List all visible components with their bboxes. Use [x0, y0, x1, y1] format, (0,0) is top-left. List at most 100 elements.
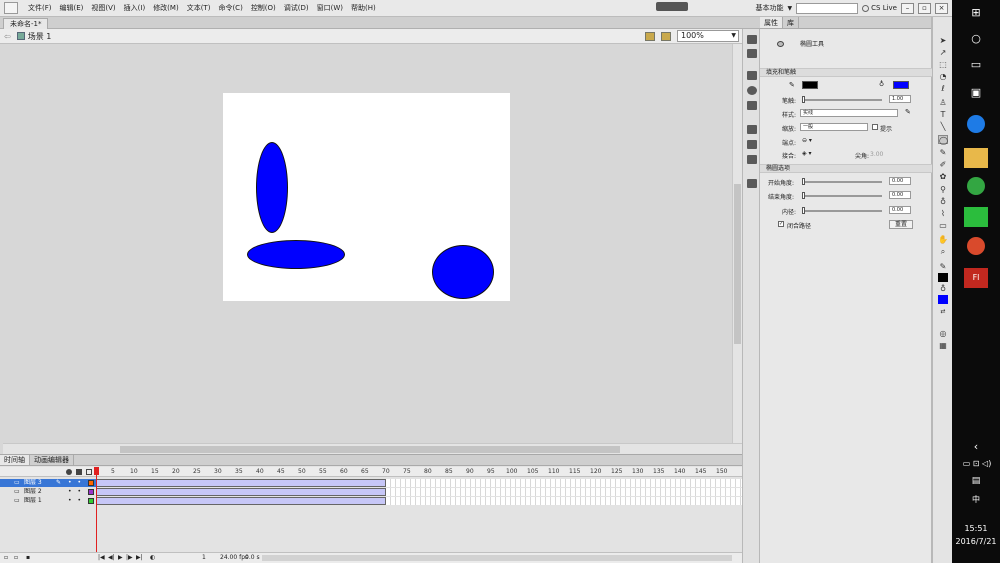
- chevron-left-icon[interactable]: ‹: [968, 440, 984, 454]
- close-button[interactable]: ×: [935, 2, 948, 14]
- bone-tool-icon[interactable]: ⚲: [938, 185, 948, 194]
- cortana-icon[interactable]: ○: [968, 32, 984, 46]
- edit-symbol-icon[interactable]: [661, 31, 671, 41]
- tray-icons[interactable]: ▭ ⊡ ◁): [958, 457, 996, 471]
- menu-modify[interactable]: 修改(M): [149, 0, 183, 17]
- last-frame-icon[interactable]: ▶|: [136, 554, 143, 561]
- pasteboard[interactable]: [3, 44, 732, 443]
- stroke-color-swatch[interactable]: [802, 81, 818, 89]
- pencil-icon[interactable]: ✎: [905, 108, 911, 116]
- menu-debug[interactable]: 调试(D): [280, 0, 313, 17]
- lock-icon[interactable]: [76, 469, 82, 475]
- clock-time[interactable]: 15:51: [952, 524, 1000, 533]
- start-angle-slider[interactable]: [802, 181, 882, 183]
- menu-help[interactable]: 帮助(H): [347, 0, 380, 17]
- inner-radius-handle[interactable]: [802, 207, 805, 214]
- layer-name[interactable]: 图层 1: [24, 497, 42, 505]
- snap-icon[interactable]: ◎: [938, 329, 948, 338]
- swatches-icon[interactable]: [747, 49, 757, 58]
- outline-icon[interactable]: [86, 469, 92, 475]
- line-tool-icon[interactable]: ╲: [938, 122, 948, 131]
- hint-checkbox[interactable]: [872, 124, 878, 130]
- windows-start-icon[interactable]: ⊞: [968, 6, 984, 20]
- playhead-handle[interactable]: [94, 467, 99, 475]
- scroll-thumb[interactable]: [734, 184, 741, 344]
- menu-window[interactable]: 窗口(W): [313, 0, 347, 17]
- browser-icon[interactable]: [967, 237, 985, 255]
- qq-browser-icon[interactable]: [967, 115, 985, 133]
- scale-select[interactable]: 一般: [800, 123, 868, 131]
- fps-readout[interactable]: 24.00 fps: [220, 554, 248, 561]
- back-arrow-icon[interactable]: ⇦: [4, 32, 11, 41]
- section-fill-stroke[interactable]: 填充和笔触: [760, 68, 932, 77]
- onion-skin-icon[interactable]: ◐: [150, 554, 155, 561]
- subselection-tool-icon[interactable]: ↗: [938, 48, 948, 57]
- inner-radius-field[interactable]: 0.00: [889, 206, 911, 214]
- color-panel-icon[interactable]: [747, 35, 757, 44]
- menu-text[interactable]: 文本(T): [183, 0, 215, 17]
- eyedropper-tool-icon[interactable]: ⌇: [938, 209, 948, 218]
- restore-button[interactable]: ▫: [918, 2, 931, 14]
- brush-tool-icon[interactable]: ✐: [938, 160, 948, 169]
- stroke-color-chip[interactable]: [938, 273, 948, 282]
- motion-presets-icon[interactable]: [747, 155, 757, 164]
- pencil-tool-icon[interactable]: ✎: [938, 148, 948, 157]
- cs-live-button[interactable]: CS Live: [862, 4, 897, 12]
- layer-color-swatch[interactable]: [88, 489, 94, 495]
- ime-indicator[interactable]: 中: [952, 494, 1000, 505]
- miter-value[interactable]: 3.00: [870, 151, 883, 158]
- components-icon[interactable]: [747, 140, 757, 149]
- section-ellipse-options[interactable]: 椭圆选项: [760, 164, 932, 173]
- timeline-scrollbar[interactable]: [262, 555, 732, 561]
- stroke-value-field[interactable]: 1.00: [889, 95, 911, 103]
- layer-row[interactable]: ▭ 图层 1 ••: [0, 497, 96, 505]
- menu-edit[interactable]: 编辑(E): [56, 0, 88, 17]
- horizontal-scrollbar[interactable]: [3, 443, 742, 454]
- zoom-select[interactable]: 100% ▼: [677, 30, 739, 42]
- play-icon[interactable]: ▶: [118, 554, 123, 561]
- layer-toggles[interactable]: ••: [68, 488, 87, 496]
- eye-icon[interactable]: [66, 469, 72, 475]
- align-icon[interactable]: [747, 71, 757, 80]
- iqiyi-icon[interactable]: [964, 207, 988, 227]
- paint-bucket-tool-icon[interactable]: ♁: [938, 197, 948, 206]
- stroke-slider-handle[interactable]: [802, 96, 805, 103]
- menu-file[interactable]: 文件(F): [24, 0, 56, 17]
- shape-tween-span[interactable]: [96, 479, 386, 487]
- minimize-button[interactable]: –: [901, 2, 914, 14]
- swap-colors-icon[interactable]: ⇄: [938, 307, 948, 316]
- history-icon[interactable]: [747, 179, 757, 188]
- tab-properties[interactable]: 属性: [760, 17, 783, 28]
- pen-tool-icon[interactable]: ♙: [938, 98, 948, 107]
- scroll-thumb[interactable]: [120, 446, 620, 453]
- reset-button[interactable]: 重置: [889, 220, 913, 229]
- lasso-tool-icon[interactable]: ℓ: [938, 84, 948, 93]
- clock-date[interactable]: 2016/7/21: [952, 537, 1000, 546]
- tab-timeline[interactable]: 时间轴: [0, 455, 30, 465]
- fill-color-chip[interactable]: [938, 295, 948, 304]
- end-angle-handle[interactable]: [802, 192, 805, 199]
- menu-insert[interactable]: 插入(I): [120, 0, 150, 17]
- transform-icon[interactable]: [747, 101, 757, 110]
- inner-radius-slider[interactable]: [802, 210, 882, 212]
- workspace-switcher[interactable]: 基本功能: [756, 3, 784, 13]
- 3d-rotation-tool-icon[interactable]: ◔: [938, 72, 948, 81]
- flash-app-icon[interactable]: Fl: [964, 268, 988, 288]
- layer-name[interactable]: 图层 2: [24, 488, 42, 496]
- layer-toggles[interactable]: ••: [68, 479, 87, 487]
- join-select[interactable]: ◈ ▾: [802, 150, 812, 157]
- prev-frame-icon[interactable]: ◀|: [108, 554, 115, 561]
- horizontal-ellipse-shape[interactable]: [247, 240, 345, 269]
- hand-tool-icon[interactable]: ✋: [938, 235, 948, 244]
- new-folder-icon[interactable]: ▫: [14, 554, 18, 561]
- vertical-scrollbar[interactable]: [732, 44, 742, 443]
- circle-shape[interactable]: [432, 245, 494, 299]
- new-layer-icon[interactable]: ▫: [4, 554, 8, 561]
- shape-tween-span[interactable]: [96, 488, 386, 496]
- document-tab[interactable]: 未命名-1*: [3, 18, 49, 29]
- deco-tool-icon[interactable]: ✿: [938, 172, 948, 181]
- options-icon[interactable]: ▦: [938, 341, 948, 350]
- code-snippets-icon[interactable]: [747, 125, 757, 134]
- panel-toggle-icon[interactable]: [656, 2, 688, 11]
- end-angle-slider[interactable]: [802, 195, 882, 197]
